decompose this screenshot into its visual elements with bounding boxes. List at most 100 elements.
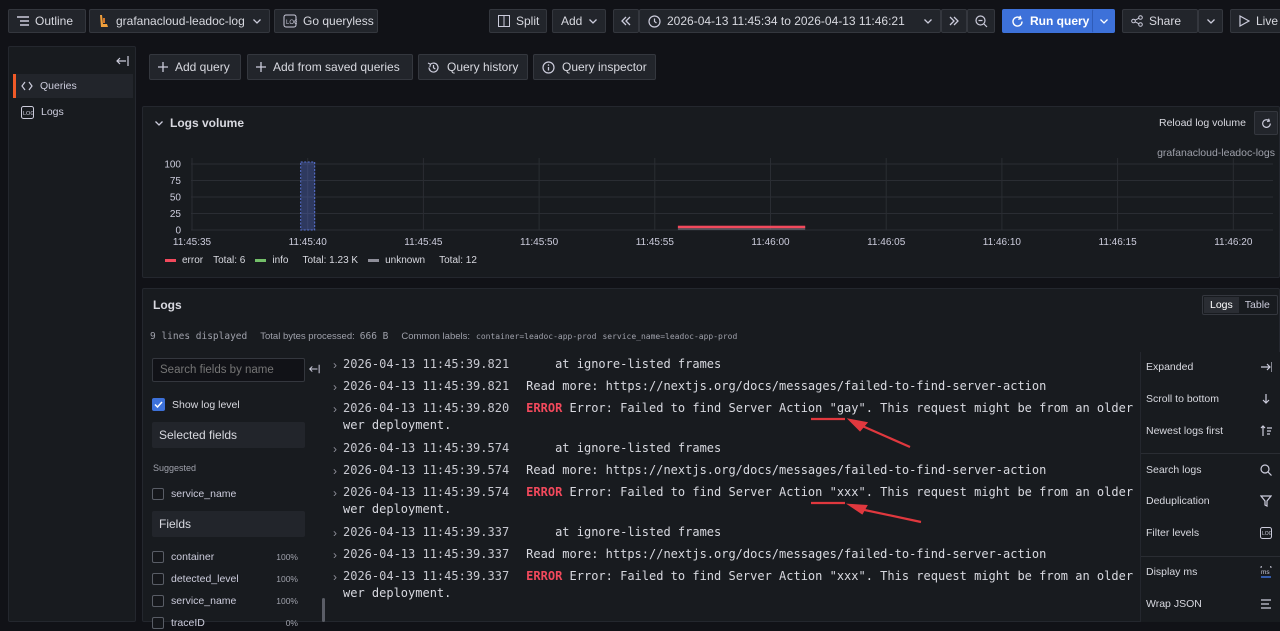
option-deduplication[interactable]: Deduplication xyxy=(1146,495,1280,509)
meta-bytes-label: Total bytes processed: xyxy=(260,331,355,342)
outline-button[interactable]: Outline xyxy=(8,9,86,33)
legend-name-error[interactable]: error xyxy=(182,255,203,266)
field-row[interactable]: detected_level 100% xyxy=(152,571,302,587)
share-button[interactable]: Share xyxy=(1122,9,1198,33)
option-display-ms[interactable]: Display ms ms xyxy=(1146,562,1280,580)
legend-name-info[interactable]: info xyxy=(272,255,288,266)
checkbox[interactable] xyxy=(152,551,164,563)
share-icon xyxy=(1131,15,1143,27)
show-log-level-toggle[interactable]: Show log level xyxy=(152,398,240,411)
share-options[interactable] xyxy=(1198,9,1223,33)
svg-text:LOG: LOG xyxy=(286,20,297,26)
add-label: Add xyxy=(561,14,583,28)
checkbox[interactable] xyxy=(152,595,164,607)
split-icon xyxy=(498,15,510,27)
search-fields-input[interactable] xyxy=(152,358,305,382)
fields-title: Fields xyxy=(159,517,192,531)
meta-bytes: 666 B xyxy=(359,331,389,342)
option-search-logs[interactable]: Search logs xyxy=(1146,464,1280,478)
go-queryless-button[interactable]: LOG Go queryless xyxy=(274,9,378,33)
info-icon xyxy=(542,60,555,74)
legend-name-unknown[interactable]: unknown xyxy=(385,255,425,266)
option-newest-logs-first[interactable]: Newest logs first xyxy=(1146,425,1280,439)
split-label: Split xyxy=(516,14,540,28)
add-saved-label: Add from saved queries xyxy=(273,60,400,74)
logs-icon: LOG xyxy=(21,105,34,119)
x-tick-label: 11:46:20 xyxy=(1214,237,1253,248)
volume-legend: error Total: 6 info Total: 1.23 K unknow… xyxy=(165,255,477,266)
add-query-button[interactable]: Add query xyxy=(149,54,241,80)
checkbox[interactable] xyxy=(152,488,164,500)
clock-icon xyxy=(648,14,661,28)
time-range-picker[interactable]: 2026-04-13 11:45:34 to 2026-04-13 11:46:… xyxy=(639,9,941,33)
legend-swatch-unknown xyxy=(368,259,380,262)
sidebar-item-logs[interactable]: LOG Logs xyxy=(13,100,133,124)
logs-volume-chart[interactable]: 100 75 50 25 011:45:35 11:45:40 11:45:45 11:45:… xyxy=(143,107,1280,252)
query-history-button[interactable]: Query history xyxy=(418,54,528,80)
zoom-out-button[interactable] xyxy=(967,9,995,33)
outline-label: Outline xyxy=(35,14,74,28)
volume-bar-error xyxy=(677,225,806,229)
fields-scrollbar[interactable] xyxy=(322,598,325,622)
field-name: traceID xyxy=(171,617,205,629)
option-expanded[interactable]: Expanded xyxy=(1146,361,1280,375)
time-back-button[interactable] xyxy=(613,9,639,33)
field-percent: 0% xyxy=(285,618,298,628)
svg-text:LOG: LOG xyxy=(1262,531,1272,537)
add-query-label: Add query xyxy=(175,60,230,74)
sort-icon xyxy=(1260,425,1272,440)
time-forward-button[interactable] xyxy=(941,9,967,33)
x-tick-label: 11:46:00 xyxy=(751,237,790,248)
checkbox[interactable] xyxy=(152,617,164,629)
datasource-picker[interactable]: grafanacloud-leadoc-log xyxy=(89,9,270,33)
collapse-fields-icon[interactable] xyxy=(308,363,320,375)
option-label: Filter levels xyxy=(1146,527,1200,539)
sidebar-item-queries[interactable]: Queries xyxy=(13,74,133,98)
query-inspector-button[interactable]: Query inspector xyxy=(533,54,656,80)
common-label: service_name=leadoc-app-prod xyxy=(602,332,738,341)
inspector-label: Query inspector xyxy=(562,60,647,74)
option-label: Search logs xyxy=(1146,464,1202,476)
suggested-title: Suggested xyxy=(153,463,197,473)
legend-total-info: Total: 1.23 K xyxy=(302,255,359,266)
suggested-field-row[interactable]: service_name xyxy=(152,486,302,502)
option-scroll-to-bottom[interactable]: Scroll to bottom xyxy=(1146,393,1280,407)
field-row[interactable]: traceID 0% xyxy=(152,615,302,631)
chevron-down-icon xyxy=(924,18,932,24)
option-label: Scroll to bottom xyxy=(1146,393,1219,405)
field-row[interactable]: service_name 100% xyxy=(152,593,302,609)
add-saved-query-button[interactable]: Add from saved queries xyxy=(247,54,413,80)
x-tick-label: 11:45:55 xyxy=(636,237,675,248)
x-tick-label: 11:45:45 xyxy=(404,237,443,248)
checkbox[interactable] xyxy=(152,573,164,585)
menu-icon xyxy=(17,16,29,26)
double-chevron-left-icon xyxy=(621,16,631,26)
run-query-button[interactable]: Run query xyxy=(1002,9,1096,33)
x-tick-label: 11:45:35 xyxy=(173,237,212,248)
view-table-option[interactable]: Table xyxy=(1239,297,1276,313)
add-dropdown[interactable]: Add xyxy=(552,9,606,33)
y-tick-label: 100 xyxy=(164,160,181,171)
levels-icon: LOG xyxy=(1260,527,1273,542)
search-icon xyxy=(1260,464,1272,479)
run-query-options[interactable] xyxy=(1092,9,1115,33)
arrow-down-icon xyxy=(1260,393,1272,408)
plus-icon xyxy=(158,62,168,72)
option-filter-levels[interactable]: Filter levels LOG xyxy=(1146,527,1280,541)
expand-icon xyxy=(1260,361,1273,376)
options-divider xyxy=(1141,453,1280,454)
split-button[interactable]: Split xyxy=(489,9,547,33)
option-wrap-json[interactable]: Wrap JSON xyxy=(1146,598,1280,612)
view-logs-option[interactable]: Logs xyxy=(1204,297,1239,313)
svg-text:ms: ms xyxy=(1261,569,1270,576)
chevron-down-icon xyxy=(1207,18,1215,24)
field-row[interactable]: container 100% xyxy=(152,549,302,565)
meta-labels-label: Common labels: xyxy=(401,331,471,342)
zoom-out-icon xyxy=(975,14,988,27)
live-button[interactable]: Live xyxy=(1230,9,1280,33)
field-name: detected_level xyxy=(171,573,239,585)
live-label: Live xyxy=(1256,14,1279,28)
logs-app-icon: LOG xyxy=(283,14,297,28)
collapse-sidebar-icon[interactable] xyxy=(115,55,129,67)
options-divider xyxy=(1141,556,1280,557)
